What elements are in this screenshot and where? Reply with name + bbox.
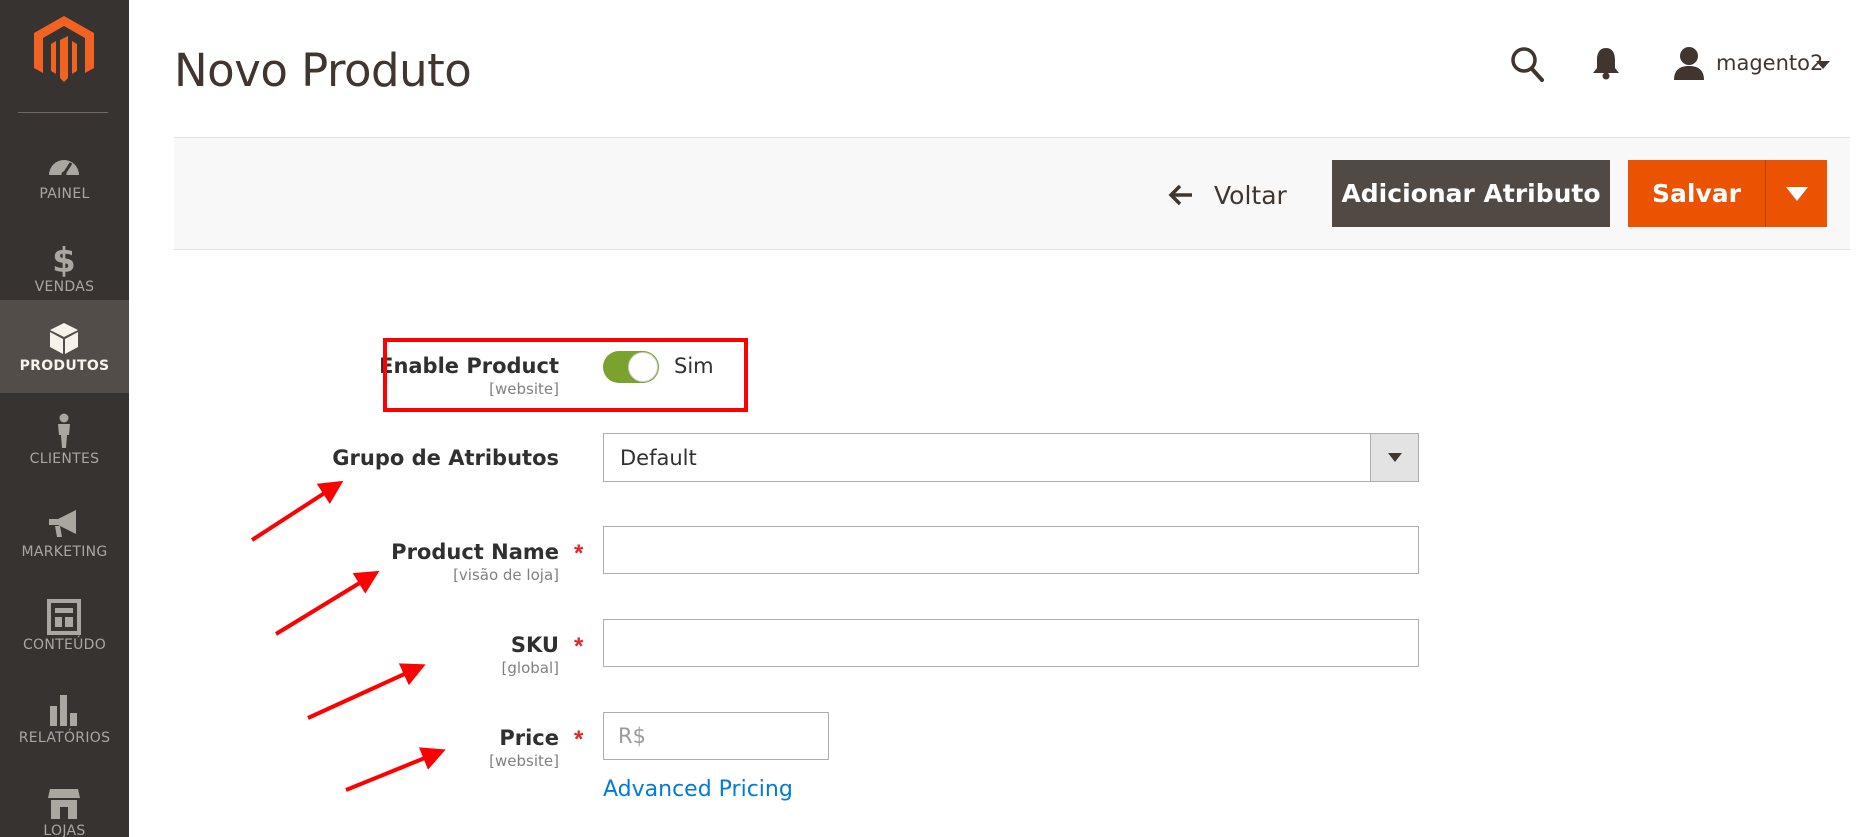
sidebar-item-conteudo[interactable]: CONTEÚDO: [0, 579, 129, 672]
product-name-scope: [visão de loja]: [453, 566, 559, 584]
sidebar-item-label: RELATÓRIOS: [18, 730, 111, 746]
attribute-set-select[interactable]: Default: [603, 433, 1419, 482]
sidebar-item-painel[interactable]: PAINEL: [0, 128, 129, 221]
layout-icon: [47, 599, 81, 635]
bar-chart-icon: [50, 695, 77, 726]
chevron-down-icon[interactable]: [1816, 60, 1830, 70]
dashboard-icon: [49, 160, 79, 177]
price-label: Price: [499, 726, 559, 750]
arrow-left-icon: [1168, 184, 1192, 206]
magento-logo-icon[interactable]: [34, 16, 94, 82]
sidebar-item-label: VENDAS: [34, 279, 95, 295]
megaphone-icon: [49, 510, 76, 537]
annotation-arrows: [250, 480, 446, 792]
save-options-toggle[interactable]: [1765, 160, 1827, 227]
annotation-arrow: [250, 480, 344, 542]
sidebar-divider: [18, 112, 108, 113]
user-menu-name[interactable]: magento2: [1716, 51, 1823, 75]
back-button-label: Voltar: [1214, 180, 1287, 210]
required-mark: *: [574, 633, 584, 660]
sku-label: SKU: [510, 633, 559, 657]
price-input[interactable]: [603, 712, 829, 760]
product-name-input[interactable]: [603, 526, 1419, 574]
sidebar-item-marketing[interactable]: MARKETING: [0, 486, 129, 579]
search-icon[interactable]: [1510, 46, 1544, 82]
sidebar-item-label: CONTEÚDO: [22, 637, 107, 653]
required-mark: *: [574, 540, 584, 567]
sku-input[interactable]: [603, 619, 1419, 667]
bell-icon[interactable]: [1592, 46, 1620, 80]
store-icon: [48, 789, 80, 819]
svg-text:$: $: [52, 241, 76, 277]
attribute-set-label: Grupo de Atributos: [332, 446, 559, 470]
back-button[interactable]: Voltar: [1168, 175, 1287, 215]
caret-down-icon: [1387, 453, 1402, 462]
box-icon: [50, 323, 78, 354]
add-attribute-button[interactable]: Adicionar Atributo: [1332, 160, 1610, 227]
sidebar-item-label: CLIENTES: [29, 451, 100, 467]
select-dropdown-button[interactable]: [1370, 434, 1418, 481]
required-mark: *: [574, 726, 584, 753]
sidebar-item-lojas[interactable]: LOJAS: [0, 765, 129, 837]
annotation-highlight-box: [383, 338, 748, 412]
price-scope: [website]: [489, 752, 559, 770]
sidebar-item-label: MARKETING: [21, 544, 108, 560]
page-title: Novo Produto: [174, 44, 472, 97]
sku-scope: [global]: [501, 659, 559, 677]
sidebar-item-produtos[interactable]: PRODUTOS: [0, 300, 129, 393]
user-icon[interactable]: [1673, 46, 1705, 80]
sidebar-item-relatorios[interactable]: RELATÓRIOS: [0, 672, 129, 765]
sidebar-item-label: LOJAS: [43, 823, 86, 837]
product-name-label: Product Name: [391, 540, 559, 564]
dollar-icon: $: [52, 241, 76, 277]
person-icon: [58, 413, 70, 448]
sidebar-item-label: PRODUTOS: [19, 358, 110, 374]
sidebar-item-label: PAINEL: [39, 186, 90, 202]
save-button[interactable]: Salvar: [1628, 160, 1765, 227]
sidebar-item-clientes[interactable]: CLIENTES: [0, 393, 129, 486]
attribute-set-value: Default: [620, 446, 697, 470]
admin-sidebar: PAINEL $ VENDAS PRODUTOS CLIENTES MARKET…: [0, 0, 129, 837]
caret-down-icon: [1785, 186, 1808, 201]
advanced-pricing-link[interactable]: Advanced Pricing: [603, 777, 793, 802]
